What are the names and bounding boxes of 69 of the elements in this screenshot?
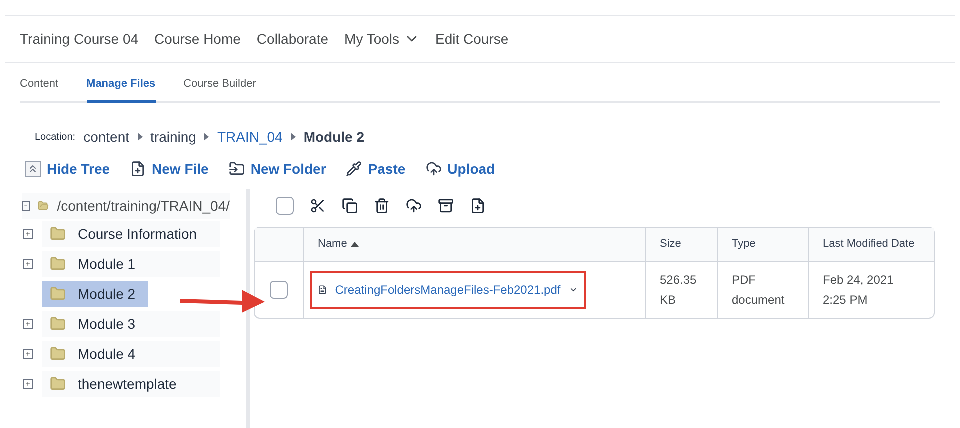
- folder-icon: [50, 256, 66, 272]
- expand-icon[interactable]: [23, 259, 33, 269]
- folder-icon: [228, 161, 245, 177]
- folder-name: thenewtemplate: [78, 374, 177, 394]
- nav-link[interactable]: My Tools: [344, 28, 420, 50]
- nav-link[interactable]: Edit Course: [436, 28, 509, 50]
- folder-icon: [50, 226, 66, 242]
- tab[interactable]: Content: [20, 73, 59, 103]
- select-all-checkbox[interactable]: [276, 197, 294, 215]
- tree-item[interactable]: Module 3: [42, 311, 220, 337]
- breadcrumb: training: [150, 128, 196, 147]
- tree-item[interactable]: Module 2: [42, 281, 148, 307]
- type-text: PDF: [732, 272, 757, 289]
- location-label: Location:: [35, 130, 76, 144]
- expand-icon[interactable]: [23, 379, 33, 389]
- folder-icon: [50, 376, 66, 392]
- upload-icon: [426, 161, 442, 177]
- file-link[interactable]: CreatingFoldersManageFiles-Feb2021.pdf: [335, 281, 561, 299]
- nav-link[interactable]: Course Home: [154, 28, 241, 50]
- archive-icon[interactable]: [438, 198, 454, 214]
- folder-name: Module 1: [78, 254, 136, 274]
- date-text: Feb 24, 2021: [823, 272, 895, 289]
- toolbar-button[interactable]: New Folder: [228, 158, 326, 180]
- column-header[interactable]: Name: [318, 236, 360, 253]
- collapse-icon[interactable]: [22, 201, 30, 211]
- cut-icon[interactable]: [310, 198, 326, 214]
- folder-name: Module 4: [78, 344, 136, 364]
- tab[interactable]: Course Builder: [184, 73, 256, 103]
- column-header[interactable]: Last Modified Date: [823, 236, 915, 253]
- arrow-icon: [138, 133, 143, 141]
- folder-name: Module 2: [78, 284, 136, 304]
- column-header[interactable]: Type: [732, 236, 756, 253]
- copy-icon[interactable]: [342, 198, 358, 214]
- tree-item[interactable]: Module 4: [42, 341, 220, 367]
- sort-icon: [351, 242, 360, 247]
- nav-link[interactable]: Collaborate: [256, 28, 329, 50]
- toolbar-button[interactable]: Hide Tree: [25, 158, 110, 180]
- size-text: KB: [660, 292, 678, 309]
- toolbar-button[interactable]: New File: [130, 158, 209, 180]
- breadcrumb: content: [84, 128, 130, 146]
- expand-icon[interactable]: [23, 229, 33, 239]
- expand-icon[interactable]: [23, 319, 33, 329]
- folder-icon: [50, 346, 66, 362]
- tree-item[interactable]: thenewtemplate: [42, 371, 220, 397]
- tree-item[interactable]: Module 1: [42, 251, 220, 277]
- toolbar-button[interactable]: Upload: [426, 158, 496, 180]
- column-header[interactable]: Size: [660, 236, 682, 253]
- date-text: 2:25 PM: [823, 292, 869, 309]
- arrow-icon: [204, 133, 210, 141]
- folder-name: Module 3: [78, 314, 136, 334]
- folder-icon: [50, 286, 66, 302]
- delete-icon[interactable]: [374, 198, 390, 214]
- new-file-icon: [130, 161, 146, 177]
- nav-link[interactable]: Training Course 04: [20, 28, 139, 50]
- toolbar-button[interactable]: Paste: [346, 158, 406, 180]
- tab[interactable]: Manage Files: [86, 73, 156, 103]
- row-checkbox[interactable]: [270, 281, 288, 299]
- folder-icon: [50, 316, 66, 332]
- breadcrumb-link[interactable]: TRAIN_04: [217, 126, 283, 148]
- upload-icon[interactable]: [406, 198, 422, 214]
- size-text: 526.35: [660, 272, 698, 289]
- new-file-icon[interactable]: [470, 198, 486, 214]
- breadcrumb: Module 2: [304, 128, 364, 146]
- folder-name: Course Information: [78, 224, 198, 244]
- collapse-icon: [25, 161, 41, 177]
- expand-icon[interactable]: [23, 349, 33, 359]
- tree-item[interactable]: Course Information: [42, 221, 220, 247]
- arrow-icon: [290, 133, 296, 141]
- type-text: document: [732, 292, 786, 309]
